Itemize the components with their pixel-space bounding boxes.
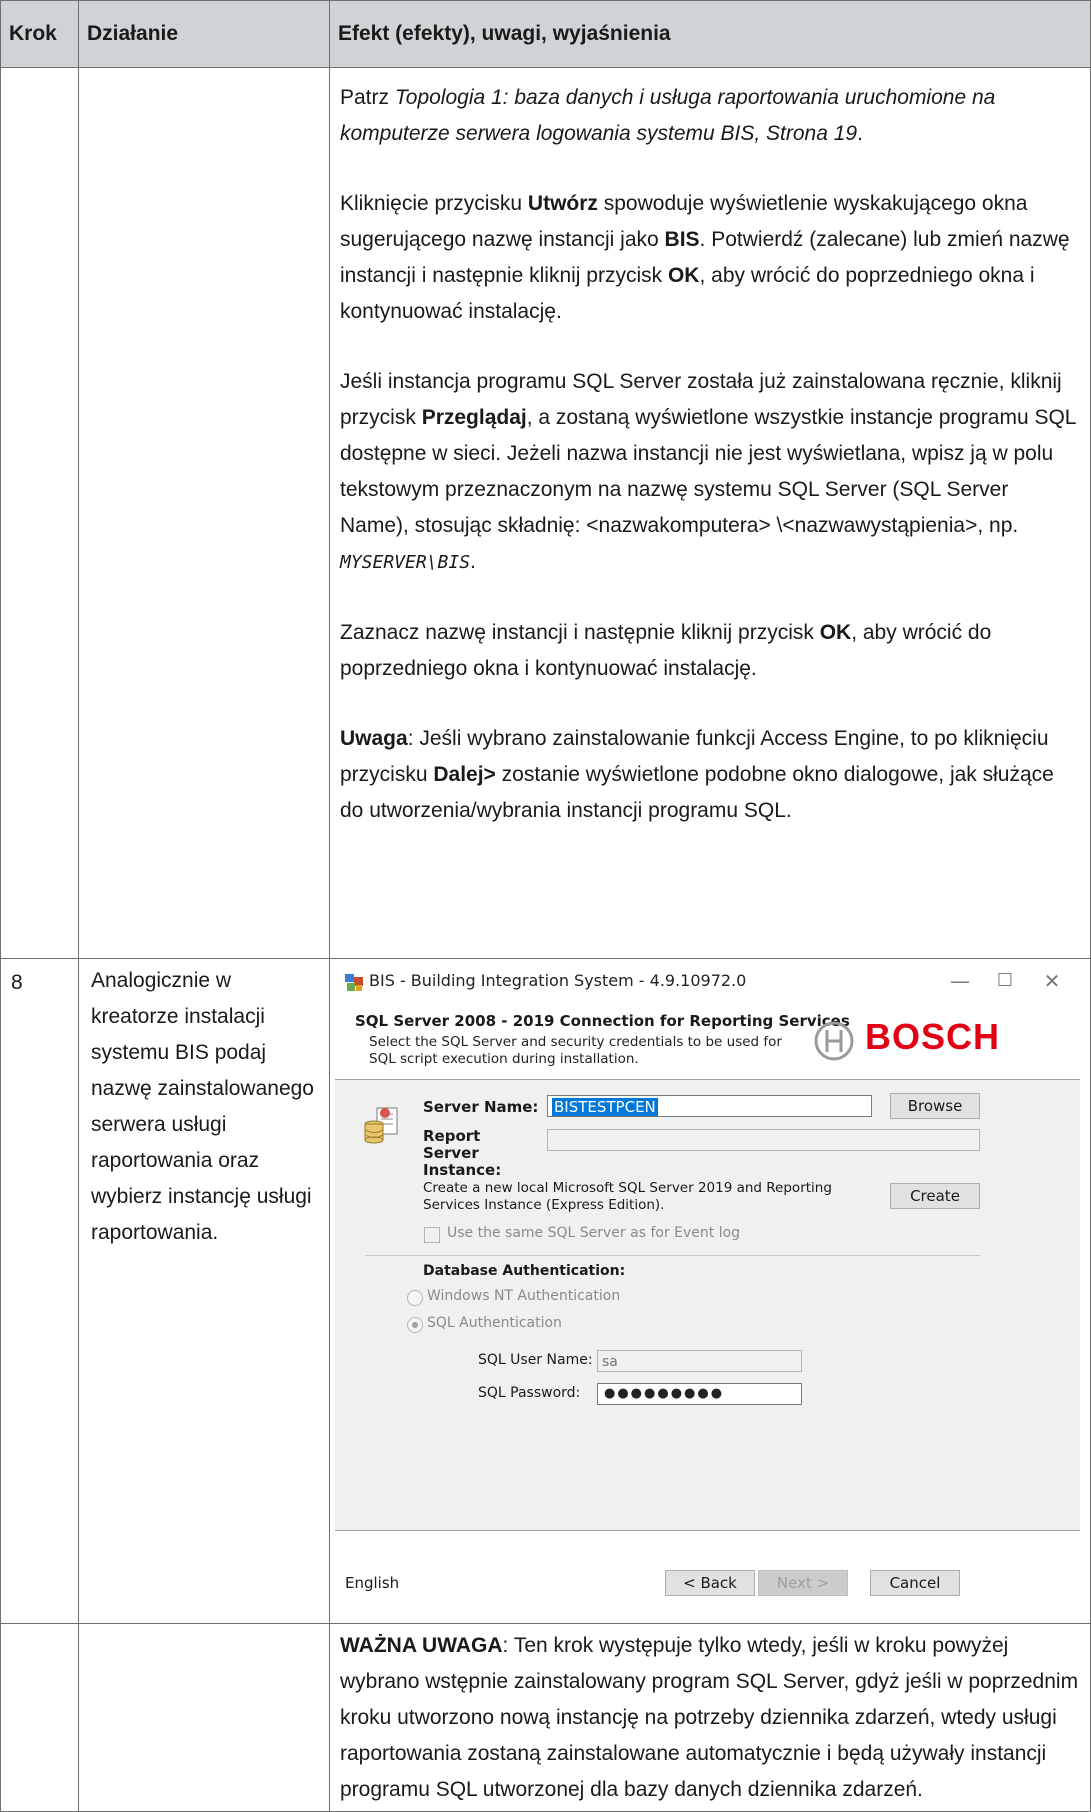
language-label: English (345, 1574, 400, 1592)
text: Zaznacz nazwę instancji i następnie klik… (340, 621, 820, 644)
close-button[interactable]: ✕ (1032, 968, 1072, 994)
paragraph-browse: Jeśli instancja programu SQL Server zost… (340, 364, 1080, 581)
sql-password-label: SQL Password: (478, 1385, 581, 1401)
action-cell: Analogicznie w kreatorze instalacji syst… (78, 958, 330, 1624)
header-step: Krok (0, 0, 79, 68)
server-name-value: BISTESTPCEN (552, 1098, 658, 1116)
divider (365, 1255, 980, 1256)
table-row: WAŻNA UWAGA: Ten krok występuje tylko wt… (0, 1623, 1091, 1812)
effect-cell: Patrz Topologia 1: baza danych i usługa … (329, 67, 1091, 959)
sql-auth-radio[interactable] (407, 1317, 423, 1333)
sql-user-label: SQL User Name: (478, 1352, 593, 1368)
bold-text: Dalej> (433, 763, 496, 786)
dialog-header: SQL Server 2008 - 2019 Connection for Re… (335, 1004, 1080, 1076)
steps-table: Krok Działanie Efekt (efekty), uwagi, wy… (0, 0, 1091, 1812)
paragraph-select-instance: Zaznacz nazwę instancji i następnie klik… (340, 615, 1080, 687)
effect-cell: WAŻNA UWAGA: Ten krok występuje tylko wt… (329, 1623, 1091, 1812)
sql-password-input[interactable]: ●●●●●●●●● (597, 1383, 802, 1405)
bold-text: Uwaga (340, 727, 408, 750)
paragraph-create: Kliknięcie przycisku Utwórz spowoduje wy… (340, 186, 1080, 330)
same-sql-checkbox[interactable] (424, 1227, 440, 1243)
bold-text: Utwórz (527, 192, 598, 215)
effect-cell: BIS - Building Integration System - 4.9.… (329, 958, 1091, 1624)
dialog-header-subtitle: Select the SQL Server and security crede… (369, 1034, 782, 1067)
same-sql-label: Use the same SQL Server as for Event log (447, 1225, 741, 1241)
back-button[interactable]: < Back (665, 1570, 755, 1596)
browse-button[interactable]: Browse (890, 1093, 980, 1119)
sql-user-input[interactable]: sa (597, 1350, 802, 1372)
server-name-label: Server Name: (423, 1098, 539, 1116)
step-cell-empty (0, 67, 79, 959)
document-page: Krok Działanie Efekt (efekty), uwagi, wy… (0, 0, 1091, 1812)
create-description: Create a new local Microsoft SQL Server … (423, 1180, 832, 1213)
bold-text: OK (819, 621, 852, 644)
report-server-instance-input[interactable] (547, 1129, 980, 1151)
step-number: 8 (0, 958, 79, 1624)
bold-text: WAŻNA UWAGA (340, 1634, 503, 1657)
maximize-button[interactable]: ☐ (985, 968, 1025, 994)
action-cell-empty (78, 1623, 330, 1812)
dialog-footer: English < Back Next > Cancel (335, 1530, 1080, 1610)
minimize-button[interactable]: — (940, 968, 980, 994)
text: . (857, 122, 863, 145)
create-button[interactable]: Create (890, 1183, 980, 1209)
app-icon (345, 974, 363, 991)
text: . (470, 550, 476, 573)
topology-link[interactable]: Topologia 1: baza danych i usługa raport… (340, 86, 995, 145)
table-row: Patrz Topologia 1: baza danych i usługa … (0, 67, 1091, 959)
cancel-button[interactable]: Cancel (870, 1570, 960, 1596)
table-row: 8 Analogicznie w kreatorze instalacji sy… (0, 958, 1091, 1624)
bosch-brand: BOSCH (865, 1016, 1001, 1057)
bold-text: BIS (664, 228, 700, 251)
server-name-input[interactable]: BISTESTPCEN (547, 1095, 872, 1117)
header-action: Działanie (78, 0, 330, 68)
sql-auth-label: SQL Authentication (427, 1315, 562, 1331)
next-button[interactable]: Next > (758, 1570, 848, 1596)
text: : Ten krok występuje tylko wtedy, jeśli … (340, 1634, 1079, 1801)
code-text: MYSERVER\BIS (340, 552, 471, 573)
db-auth-label: Database Authentication: (423, 1263, 626, 1279)
bold-text: Przeglądaj (421, 406, 527, 429)
bosch-logo-icon (814, 1021, 854, 1061)
window-title: BIS - Building Integration System - 4.9.… (369, 971, 747, 990)
windows-auth-label: Windows NT Authentication (427, 1288, 621, 1304)
text: Kliknięcie przycisku (340, 192, 528, 215)
action-cell-empty (78, 67, 330, 959)
table-header-row: Krok Działanie Efekt (efekty), uwagi, wy… (0, 0, 1091, 68)
step-cell-empty (0, 1623, 79, 1812)
header-effect: Efekt (efekty), uwagi, wyjaśnienia (329, 0, 1091, 68)
important-note: WAŻNA UWAGA: Ten krok występuje tylko wt… (330, 1624, 1090, 1808)
setup-dialog-screenshot: BIS - Building Integration System - 4.9.… (335, 962, 1080, 1617)
dialog-body: Server Name: BISTESTPCEN Browse Report S… (335, 1079, 1080, 1531)
bold-text: OK (667, 264, 700, 287)
paragraph-topology-ref: Patrz Topologia 1: baza danych i usługa … (340, 80, 1080, 152)
database-icon (364, 1107, 398, 1144)
paragraph-note: Uwaga: Jeśli wybrano zainstalowanie funk… (340, 721, 1080, 829)
text: Patrz (340, 86, 395, 109)
report-server-instance-label: Report Server Instance: (423, 1127, 502, 1179)
dialog-header-title: SQL Server 2008 - 2019 Connection for Re… (355, 1012, 850, 1030)
step-number-text: 8 (11, 971, 23, 994)
window-titlebar: BIS - Building Integration System - 4.9.… (335, 962, 1080, 1004)
windows-auth-radio[interactable] (407, 1290, 423, 1306)
action-text: Analogicznie w kreatorze instalacji syst… (91, 969, 314, 1244)
